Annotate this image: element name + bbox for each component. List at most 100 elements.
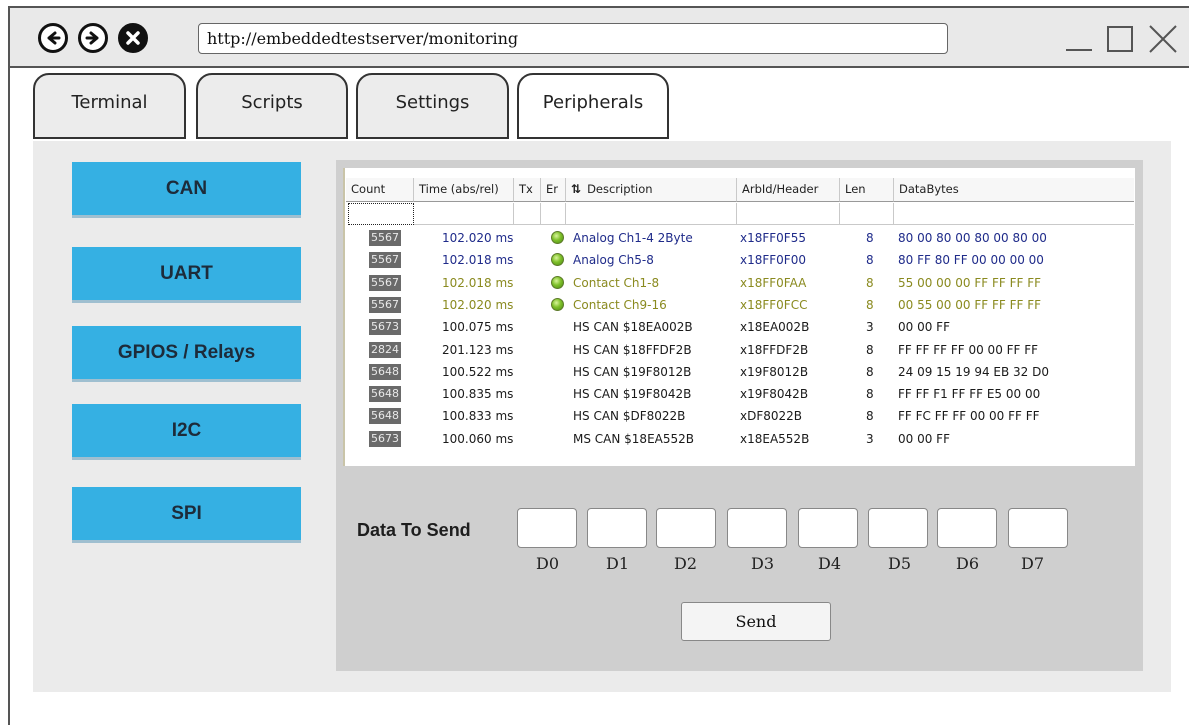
data-byte-input-d5[interactable] bbox=[868, 508, 928, 548]
cell-len: 8 bbox=[866, 297, 874, 312]
sidebar-item-label: CAN bbox=[165, 177, 208, 199]
filter-time[interactable] bbox=[414, 203, 514, 225]
table-row[interactable]: 5648 100.833 ms HS CAN $DF8022B xDF8022B 8 FF… bbox=[345, 406, 1135, 428]
tx-status-icon bbox=[551, 275, 564, 289]
sidebar-item-i2c[interactable]: I2C bbox=[72, 404, 301, 460]
cell-desc: MS CAN $18EA552B bbox=[573, 431, 694, 446]
filter-len[interactable] bbox=[840, 203, 894, 225]
sidebar-item-can[interactable]: CAN bbox=[72, 162, 301, 218]
sort-az-icon[interactable]: ⇅ bbox=[571, 182, 581, 196]
table-row[interactable]: 5648 100.522 ms HS CAN $19F8012B x19F8012B 8… bbox=[345, 362, 1135, 384]
count-badge: 5567 bbox=[369, 252, 401, 269]
column-header-databytes[interactable]: DataBytes bbox=[894, 178, 1134, 202]
cell-arbid: x18FF0F55 bbox=[740, 231, 806, 245]
close-window-icon[interactable] bbox=[1146, 22, 1180, 56]
count-badge: 5648 bbox=[369, 386, 401, 403]
column-header-len[interactable]: Len bbox=[840, 178, 894, 202]
data-byte-input-d1[interactable] bbox=[587, 508, 647, 548]
back-icon[interactable] bbox=[38, 23, 68, 53]
filter-tx[interactable] bbox=[514, 203, 541, 225]
data-byte-label: D1 bbox=[606, 554, 630, 573]
cell-desc: HS CAN $19F8012B bbox=[573, 364, 692, 379]
cell-time: 100.060 ms bbox=[442, 431, 514, 446]
data-byte-input-d7[interactable] bbox=[1008, 508, 1068, 548]
cell-desc: HS CAN $18FFDF2B bbox=[573, 342, 692, 357]
cell-desc: HS CAN $19F8042B bbox=[573, 387, 692, 402]
sidebar-item-label: GPIOS / Relays bbox=[117, 341, 256, 363]
tab-terminal[interactable]: Terminal bbox=[33, 73, 186, 139]
filter-description[interactable] bbox=[566, 203, 737, 225]
column-header-time[interactable]: Time (abs/rel) bbox=[414, 178, 514, 202]
data-byte-input-d2[interactable] bbox=[656, 508, 716, 548]
table-row[interactable]: 5567 102.018 ms Contact Ch1-8 x18FF0FAA 8 55 … bbox=[345, 273, 1135, 295]
column-header-count[interactable]: Count bbox=[346, 178, 414, 202]
table-row[interactable]: 5673 100.060 ms MS CAN $18EA552B x18EA552B 3… bbox=[345, 429, 1135, 451]
cell-len: 3 bbox=[866, 320, 874, 335]
sidebar-item-uart[interactable]: UART bbox=[72, 247, 301, 303]
count-badge: 5648 bbox=[369, 408, 401, 425]
title-bar: http://embeddedtestserver/monitoring bbox=[10, 8, 1189, 68]
table-row[interactable]: 5673 100.075 ms HS CAN $18EA002B x18EA002B 3… bbox=[345, 317, 1135, 339]
send-button[interactable]: Send bbox=[681, 602, 831, 641]
url-bar[interactable]: http://embeddedtestserver/monitoring bbox=[198, 23, 948, 54]
tab-terminal-label: Terminal bbox=[71, 92, 148, 113]
sidebar-item-label: I2C bbox=[171, 419, 202, 441]
tab-peripherals[interactable]: Peripherals bbox=[517, 73, 669, 139]
column-header-label: Description bbox=[587, 182, 653, 196]
tab-settings[interactable]: Settings bbox=[356, 73, 509, 139]
column-header-tx[interactable]: Tx bbox=[514, 178, 541, 202]
cell-arbid: x18FF0FCC bbox=[740, 297, 808, 312]
cell-data: FF FC FF FF 00 00 FF FF bbox=[898, 409, 1040, 424]
tx-status-icon bbox=[551, 297, 564, 311]
column-header-arbid[interactable]: ArbId/Header bbox=[737, 178, 840, 202]
cell-data: 55 00 00 00 FF FF FF FF bbox=[898, 275, 1041, 290]
cell-desc: HS CAN $18EA002B bbox=[573, 320, 693, 335]
data-byte-input-d0[interactable] bbox=[517, 508, 577, 548]
cell-len: 8 bbox=[866, 387, 874, 402]
table-row[interactable]: 5648 100.835 ms HS CAN $19F8042B x19F8042B 8… bbox=[345, 384, 1135, 406]
table-row[interactable]: 5567 102.020 ms Contact Ch9-16 x18FF0FCC 8 00… bbox=[345, 295, 1135, 317]
minimize-icon[interactable] bbox=[1062, 22, 1096, 56]
filter-databytes[interactable] bbox=[894, 203, 1134, 225]
data-byte-label: D7 bbox=[1021, 554, 1045, 573]
cell-data: 00 00 FF bbox=[898, 320, 950, 335]
table-row[interactable]: 5567 102.020 ms Analog Ch1-4 2Byte x18FF0F5… bbox=[345, 228, 1135, 250]
table-row[interactable]: 5567 102.018 ms Analog Ch5-8 x18FF0F00 8 80 F… bbox=[345, 250, 1135, 272]
data-byte-label: D3 bbox=[751, 554, 775, 573]
data-byte-input-d6[interactable] bbox=[937, 508, 997, 548]
tab-scripts[interactable]: Scripts bbox=[196, 73, 348, 139]
column-header-label: Er bbox=[546, 182, 558, 196]
data-byte-label: D4 bbox=[818, 554, 842, 573]
data-byte-label: D5 bbox=[888, 554, 912, 573]
count-badge: 5567 bbox=[369, 296, 401, 313]
table-row[interactable]: 2824 201.123 ms HS CAN $18FFDF2B x18FFDF2B 8… bbox=[345, 340, 1135, 362]
data-byte-input-d3[interactable] bbox=[727, 508, 787, 548]
cell-arbid: x18FF0F00 bbox=[740, 253, 806, 268]
column-header-description[interactable]: ⇅ Description bbox=[566, 178, 737, 202]
cell-data: 80 FF 80 FF 00 00 00 00 bbox=[898, 253, 1044, 268]
sidebar-item-spi[interactable]: SPI bbox=[72, 487, 301, 543]
column-header-label: Len bbox=[845, 182, 866, 196]
cell-arbid: x18FF0FAA bbox=[740, 275, 807, 290]
close-icon[interactable] bbox=[118, 23, 148, 53]
column-header-er[interactable]: Er bbox=[541, 178, 566, 202]
forward-icon[interactable] bbox=[78, 23, 108, 53]
cell-time: 102.020 ms bbox=[442, 297, 514, 312]
cell-arbid: xDF8022B bbox=[740, 409, 803, 424]
count-badge: 5673 bbox=[369, 430, 401, 447]
cell-arbid: x18EA002B bbox=[740, 320, 810, 335]
cell-len: 8 bbox=[866, 342, 874, 357]
sidebar-item-gpios-relays[interactable]: GPIOS / Relays bbox=[72, 326, 301, 382]
cell-desc: Analog Ch1-4 2Byte bbox=[573, 231, 693, 245]
cell-len: 8 bbox=[866, 231, 874, 245]
data-byte-input-d4[interactable] bbox=[798, 508, 858, 548]
maximize-icon[interactable] bbox=[1104, 22, 1138, 56]
filter-arbid[interactable] bbox=[737, 203, 840, 225]
column-header-label: Tx bbox=[519, 182, 533, 196]
filter-count[interactable] bbox=[348, 203, 414, 225]
data-to-send-label: Data To Send bbox=[357, 520, 471, 540]
cell-time: 100.835 ms bbox=[442, 387, 514, 402]
data-byte-label: D2 bbox=[674, 554, 698, 573]
filter-er[interactable] bbox=[541, 203, 566, 225]
count-badge: 2824 bbox=[369, 341, 401, 358]
